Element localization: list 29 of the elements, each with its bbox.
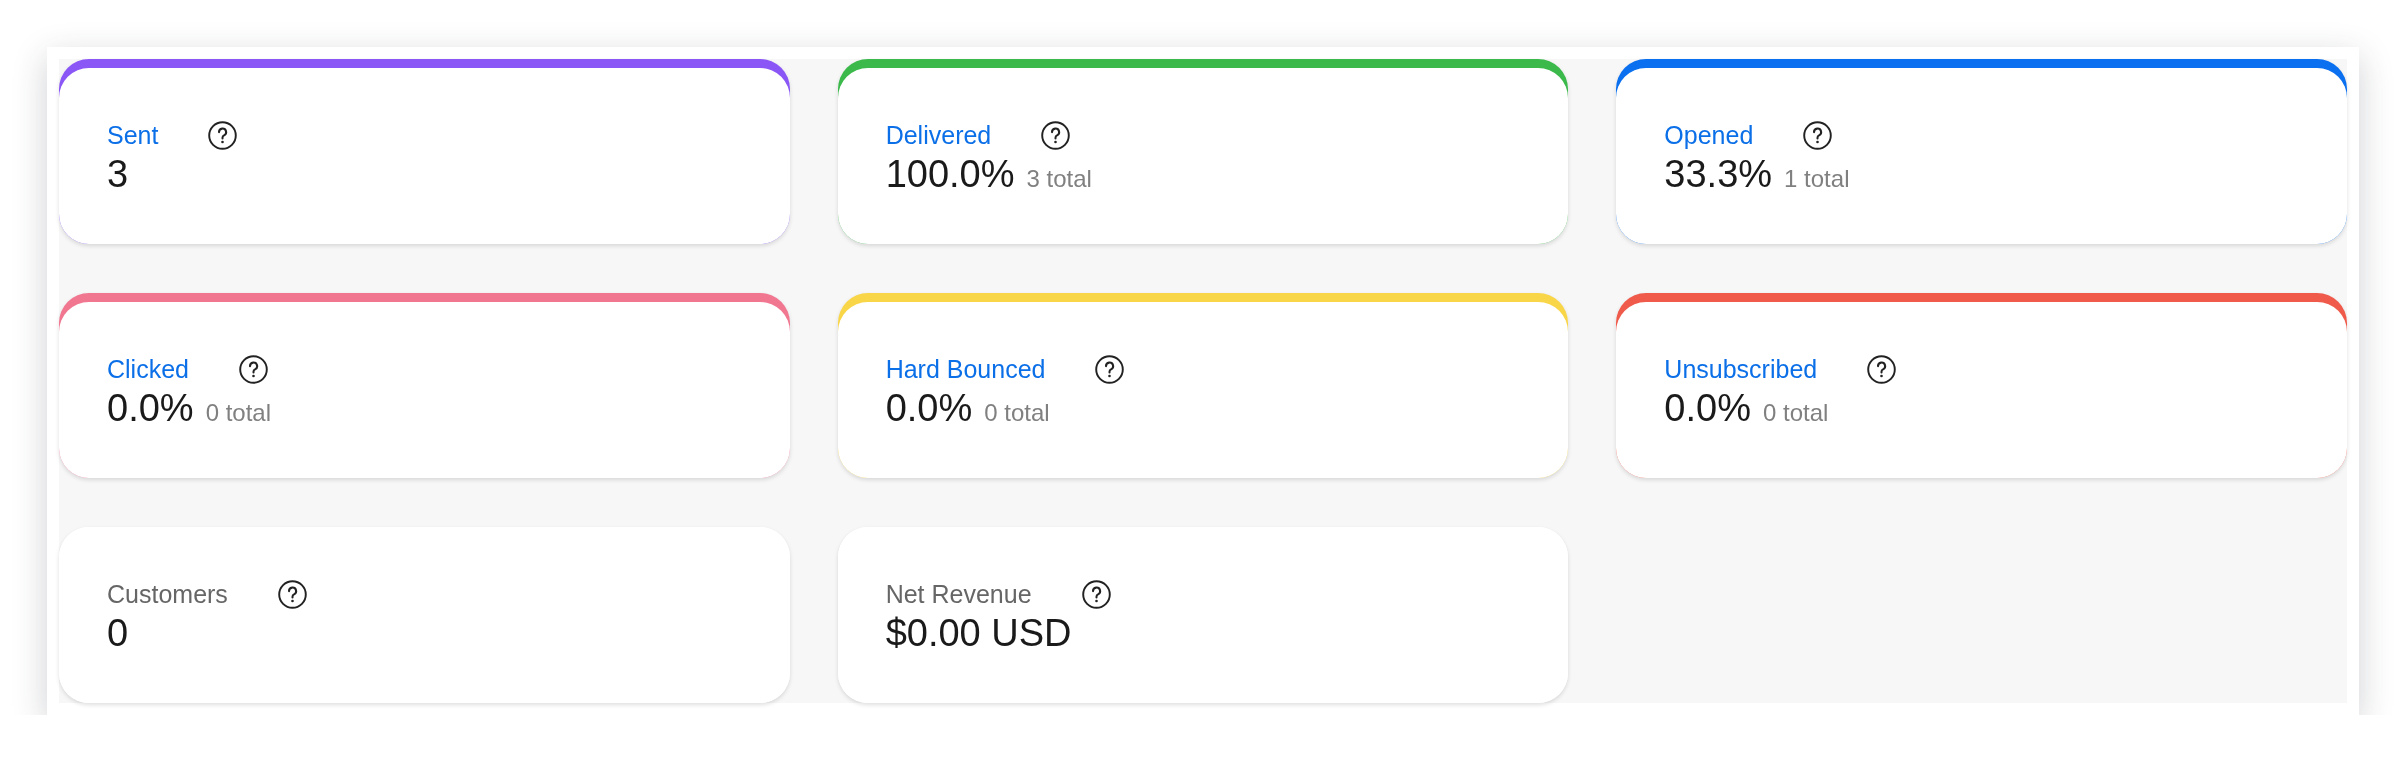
metric-link[interactable]: Sent (107, 120, 159, 150)
help-icon[interactable] (239, 354, 268, 384)
metric-link[interactable]: Clicked (107, 354, 189, 384)
metric-total: 0 total (205, 398, 271, 428)
help-icon[interactable] (208, 120, 238, 150)
metric-value: 0.0% (1664, 386, 1751, 430)
metric-value: 0.0% (107, 386, 194, 430)
metric-label: Net Revenue (885, 579, 1032, 609)
help-icon[interactable] (1041, 120, 1071, 150)
metric-total: 0 total (984, 398, 1050, 428)
help-icon[interactable] (1803, 120, 1833, 150)
help-icon[interactable] (277, 579, 307, 609)
metric-value: 3 (107, 152, 129, 196)
metric-value: 33.3% (1664, 152, 1773, 196)
help-icon[interactable] (1095, 354, 1125, 384)
metric-link[interactable]: Opened (1664, 120, 1754, 150)
metric-value: 0 (107, 611, 129, 655)
metric-total: 3 total (1026, 164, 1092, 194)
help-icon[interactable] (1081, 579, 1111, 609)
metric-total: 0 total (1762, 398, 1829, 428)
metric-link[interactable]: Delivered (885, 120, 992, 150)
metric-total: 1 total (1784, 164, 1850, 194)
metric-label: Customers (107, 579, 228, 609)
metric-value: $0.00 USD (885, 611, 1072, 655)
metric-link[interactable]: Unsubscribed (1664, 354, 1818, 384)
metric-value: 0.0% (885, 386, 973, 430)
help-icon[interactable] (1867, 354, 1897, 384)
metric-value: 100.0% (885, 152, 1015, 196)
metric-link[interactable]: Hard Bounced (885, 354, 1046, 384)
